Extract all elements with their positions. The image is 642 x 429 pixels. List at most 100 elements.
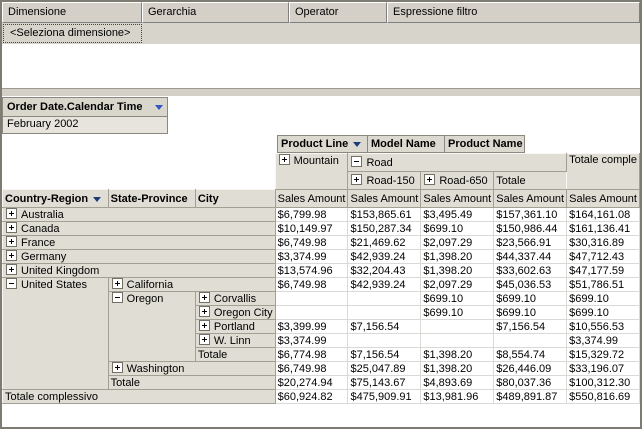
row-member-us-total[interactable]: Totale	[108, 376, 275, 390]
data-cell: $45,036.53	[494, 278, 567, 292]
expand-icon[interactable]	[351, 174, 362, 185]
data-cell: $699.10	[421, 306, 494, 320]
data-cell: $150,986.44	[494, 222, 567, 236]
dropdown-icon[interactable]	[93, 197, 101, 202]
filter-col-dimensione[interactable]: Dimensione	[2, 2, 142, 23]
filter-row: <Seleziona dimensione>	[2, 23, 640, 44]
collapse-icon[interactable]	[6, 278, 17, 289]
column-fields-bar: Product Line Model Name Product Name	[277, 135, 525, 153]
collapse-icon[interactable]	[112, 292, 123, 303]
data-cell: $699.10	[567, 306, 640, 320]
data-cell: $4,893.69	[421, 376, 494, 390]
measure-header[interactable]: Sales Amount	[567, 190, 640, 208]
data-cell: $153,865.61	[348, 208, 421, 222]
measure-header[interactable]: Sales Amount	[348, 190, 421, 208]
row-member-california[interactable]: California	[108, 278, 275, 292]
field-product-line[interactable]: Product Line	[278, 136, 368, 152]
col-grand-total-header[interactable]: Totale comple	[567, 154, 640, 190]
row-filter-member[interactable]: February 2002	[2, 117, 168, 134]
expand-icon[interactable]	[6, 264, 17, 275]
field-country-region[interactable]: Country-Region	[3, 190, 109, 208]
data-cell: $6,749.98	[275, 278, 348, 292]
row-member-canada[interactable]: Canada	[3, 222, 276, 236]
select-dimension-cell[interactable]: <Seleziona dimensione>	[3, 24, 142, 43]
data-cell: $150,287.34	[348, 222, 421, 236]
row-member-label: Oregon	[127, 293, 164, 305]
data-cell: $20,274.94	[275, 376, 348, 390]
expand-icon[interactable]	[6, 236, 17, 247]
col-member-road[interactable]: Road	[348, 154, 567, 172]
field-product-name[interactable]: Product Name	[445, 136, 524, 152]
field-state-province[interactable]: State-Province	[108, 190, 195, 208]
expand-icon[interactable]	[199, 320, 210, 331]
measure-header[interactable]: Sales Amount	[275, 190, 348, 208]
col-member-label: Road	[366, 157, 392, 169]
row-filter-field-button[interactable]: Order Date.Calendar Time	[2, 97, 168, 117]
row-member-france[interactable]: France	[3, 236, 276, 250]
data-cell: $13,574.96	[275, 264, 348, 278]
data-cell: $6,799.98	[275, 208, 348, 222]
row-grand-total[interactable]: Totale complessivo	[3, 390, 276, 404]
panel-splitter[interactable]	[2, 88, 640, 97]
col-member-road-total[interactable]: Totale	[494, 172, 567, 190]
row-member-washington[interactable]: Washington	[108, 362, 275, 376]
col-member-label: Totale comple	[569, 154, 637, 166]
expand-icon[interactable]	[112, 278, 123, 289]
data-cell	[494, 334, 567, 348]
row-member-label: Canada	[21, 223, 60, 235]
col-member-label: Totale	[496, 175, 525, 187]
field-city[interactable]: City	[195, 190, 275, 208]
dropdown-icon[interactable]	[155, 105, 163, 110]
data-cell: $7,156.54	[494, 320, 567, 334]
expand-icon[interactable]	[199, 292, 210, 303]
col-member-mountain[interactable]: Mountain	[275, 154, 348, 190]
data-cell: $42,939.24	[348, 250, 421, 264]
filter-col-espressione-filtro[interactable]: Espressione filtro	[387, 2, 640, 23]
row-member-united-kingdom[interactable]: United Kingdom	[3, 264, 276, 278]
data-cell: $2,097.29	[421, 278, 494, 292]
row-member-united-states[interactable]: United States	[3, 278, 109, 390]
data-cell: $10,556.53	[567, 320, 640, 334]
measure-header[interactable]: Sales Amount	[421, 190, 494, 208]
data-cell: $6,749.98	[275, 236, 348, 250]
field-model-name[interactable]: Model Name	[368, 136, 445, 152]
data-cell: $699.10	[567, 292, 640, 306]
expand-icon[interactable]	[279, 154, 290, 165]
col-member-road-650[interactable]: Road-650	[421, 172, 494, 190]
row-member-australia[interactable]: Australia	[3, 208, 276, 222]
measure-header[interactable]: Sales Amount	[494, 190, 567, 208]
dropdown-icon[interactable]	[353, 142, 361, 147]
data-cell: $33,602.63	[494, 264, 567, 278]
expand-icon[interactable]	[6, 222, 17, 233]
row-member-germany[interactable]: Germany	[3, 250, 276, 264]
row-member-label: California	[127, 279, 173, 291]
row-member-w-linn[interactable]: W. Linn	[195, 334, 275, 348]
data-cell: $1,398.20	[421, 362, 494, 376]
data-cell: $60,924.82	[275, 390, 348, 404]
expand-icon[interactable]	[199, 306, 210, 317]
row-member-portland[interactable]: Portland	[195, 320, 275, 334]
data-cell: $51,786.51	[567, 278, 640, 292]
row-member-oregon[interactable]: Oregon	[108, 292, 195, 362]
expand-icon[interactable]	[6, 208, 17, 219]
row-member-label: Totale complessivo	[5, 391, 98, 403]
data-cell: $1,398.20	[421, 250, 494, 264]
table-row: Totale complessivo $60,924.82 $475,909.9…	[3, 390, 640, 404]
data-cell: $42,939.24	[348, 278, 421, 292]
data-cell	[275, 292, 348, 306]
row-member-oregon-city[interactable]: Oregon City	[195, 306, 275, 320]
expand-icon[interactable]	[199, 334, 210, 345]
filter-col-gerarchia[interactable]: Gerarchia	[142, 2, 289, 23]
data-cell: $44,337.44	[494, 250, 567, 264]
col-member-road-150[interactable]: Road-150	[348, 172, 421, 190]
expand-icon[interactable]	[112, 362, 123, 373]
collapse-icon[interactable]	[351, 156, 362, 167]
expand-icon[interactable]	[424, 174, 435, 185]
row-member-corvallis[interactable]: Corvallis	[195, 292, 275, 306]
data-cell: $3,495.49	[421, 208, 494, 222]
filter-col-operator[interactable]: Operator	[289, 2, 387, 23]
data-cell	[348, 306, 421, 320]
row-member-oregon-total[interactable]: Totale	[195, 348, 275, 362]
data-cell: $1,398.20	[421, 348, 494, 362]
expand-icon[interactable]	[6, 250, 17, 261]
